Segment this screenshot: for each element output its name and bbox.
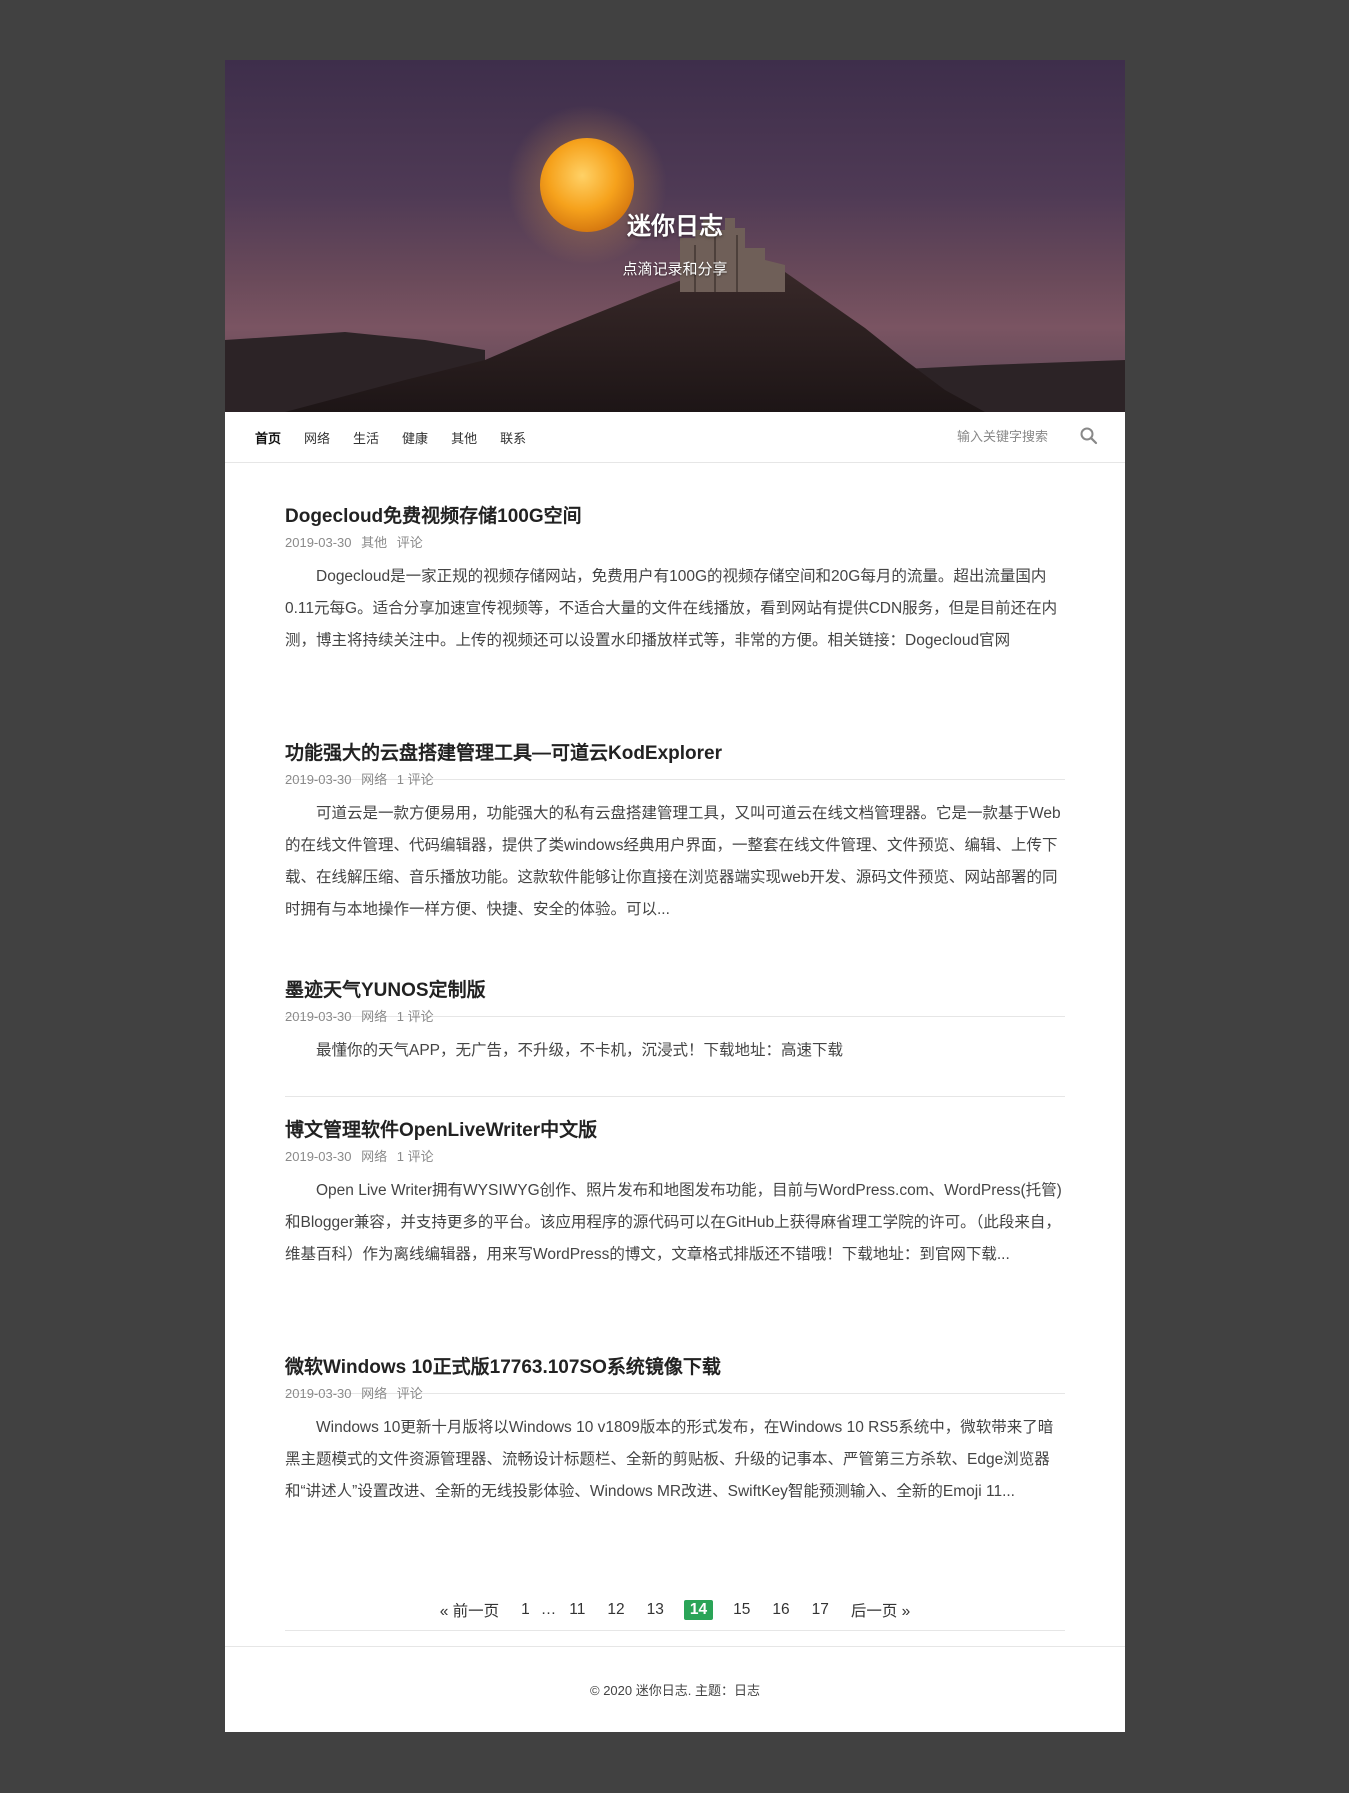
post-title[interactable]: 博文管理软件OpenLiveWriter中文版 — [285, 1118, 1065, 1144]
post-category[interactable]: 网络 — [361, 1386, 387, 1401]
post-comments[interactable]: 1 评论 — [397, 772, 434, 787]
search-input[interactable] — [957, 428, 1069, 444]
pagination-page[interactable]: 11 — [569, 1601, 585, 1619]
footer-theme-link[interactable]: 日志 — [734, 1683, 760, 1698]
post-date: 2019-03-30 — [285, 1386, 352, 1401]
pagination-page[interactable]: 12 — [607, 1601, 624, 1619]
post-item: 微软Windows 10正式版17763.107SO系统镜像下载 2019-03… — [285, 1355, 1065, 1631]
post-excerpt: Dogecloud是一家正规的视频存储网站，免费用户有100G的视频存储空间和2… — [285, 568, 1058, 649]
pagination-prev[interactable]: « 前一页 — [440, 1599, 499, 1621]
nav-menu: 首页 网络 生活 健康 其他 联系 — [255, 412, 549, 463]
pagination-page[interactable]: 15 — [733, 1601, 750, 1619]
post-item: 功能强大的云盘搭建管理工具—可道云KodExplorer 2019-03-30 … — [285, 741, 1065, 1017]
post-comments[interactable]: 1 评论 — [397, 1009, 434, 1024]
post-meta: 2019-03-30 网络 评论 — [285, 1385, 1065, 1402]
post-category[interactable]: 网络 — [361, 1009, 387, 1024]
nav-item-contact[interactable]: 联系 — [500, 428, 526, 447]
page-container: 迷你日志 点滴记录和分享 首页 网络 生活 健康 其他 联系 Dogecloud… — [225, 60, 1125, 1732]
pagination-page[interactable]: 13 — [647, 1601, 664, 1619]
post-item: Dogecloud免费视频存储100G空间 2019-03-30 其他 评论 D… — [285, 504, 1065, 780]
post-excerpt: Open Live Writer拥有WYSIWYG创作、照片发布和地图发布功能，… — [285, 1182, 1062, 1263]
post-excerpt: 最懂你的天气APP，无广告，不升级，不卡机，沉浸式！下载地址：高速下载 — [316, 1042, 844, 1059]
search-icon[interactable] — [1079, 426, 1099, 446]
main-navigation: 首页 网络 生活 健康 其他 联系 — [225, 412, 1125, 463]
nav-item-other[interactable]: 其他 — [451, 428, 477, 447]
post-title[interactable]: 功能强大的云盘搭建管理工具—可道云KodExplorer — [285, 741, 1065, 767]
post-date: 2019-03-30 — [285, 772, 352, 787]
site-title[interactable]: 迷你日志 — [225, 206, 1125, 241]
post-excerpt: Windows 10更新十月版将以Windows 10 v1809版本的形式发布… — [285, 1419, 1054, 1500]
pagination-page[interactable]: 16 — [772, 1601, 789, 1619]
post-title[interactable]: 微软Windows 10正式版17763.107SO系统镜像下载 — [285, 1355, 1065, 1381]
nav-item-network[interactable]: 网络 — [304, 428, 330, 447]
post-category[interactable]: 其他 — [361, 535, 387, 550]
post-meta: 2019-03-30 其他 评论 — [285, 534, 1065, 551]
nav-item-home[interactable]: 首页 — [255, 428, 281, 447]
post-item: 博文管理软件OpenLiveWriter中文版 2019-03-30 网络 1 … — [285, 1118, 1065, 1394]
pagination-page[interactable]: 17 — [812, 1601, 829, 1619]
search-box — [957, 426, 1099, 446]
pagination-next[interactable]: 后一页 » — [851, 1599, 910, 1621]
post-title[interactable]: 墨迹天气YUNOS定制版 — [285, 978, 1065, 1004]
post-title[interactable]: Dogecloud免费视频存储100G空间 — [285, 504, 1065, 530]
post-item: 墨迹天气YUNOS定制版 2019-03-30 网络 1 评论 最懂你的天气AP… — [285, 978, 1065, 1097]
header-banner: 迷你日志 点滴记录和分享 — [225, 60, 1125, 412]
footer-copyright: © 2020 迷你日志. 主题： — [590, 1683, 734, 1698]
post-meta: 2019-03-30 网络 1 评论 — [285, 1008, 1065, 1025]
post-date: 2019-03-30 — [285, 1149, 352, 1164]
site-footer: © 2020 迷你日志. 主题：日志 — [225, 1646, 1125, 1732]
post-category[interactable]: 网络 — [361, 1149, 387, 1164]
site-description: 点滴记录和分享 — [622, 261, 728, 278]
post-date: 2019-03-30 — [285, 535, 352, 550]
post-comments[interactable]: 评论 — [397, 535, 423, 550]
nav-item-health[interactable]: 健康 — [402, 428, 428, 447]
pagination-page[interactable]: 1 — [521, 1601, 530, 1619]
post-comments[interactable]: 1 评论 — [397, 1149, 434, 1164]
pagination: « 前一页 1 … 11 12 13 14 15 16 17 后一页 » — [225, 1599, 1125, 1621]
post-comments[interactable]: 评论 — [397, 1386, 423, 1401]
pagination-current-page: 14 — [683, 1600, 714, 1620]
post-meta: 2019-03-30 网络 1 评论 — [285, 771, 1065, 788]
post-excerpt: 可道云是一款方便易用，功能强大的私有云盘搭建管理工具，又叫可道云在线文档管理器。… — [285, 805, 1061, 918]
post-meta: 2019-03-30 网络 1 评论 — [285, 1148, 1065, 1165]
post-date: 2019-03-30 — [285, 1009, 352, 1024]
nav-item-life[interactable]: 生活 — [353, 428, 379, 447]
post-category[interactable]: 网络 — [361, 772, 387, 787]
pagination-ellipsis: … — [540, 1601, 557, 1618]
